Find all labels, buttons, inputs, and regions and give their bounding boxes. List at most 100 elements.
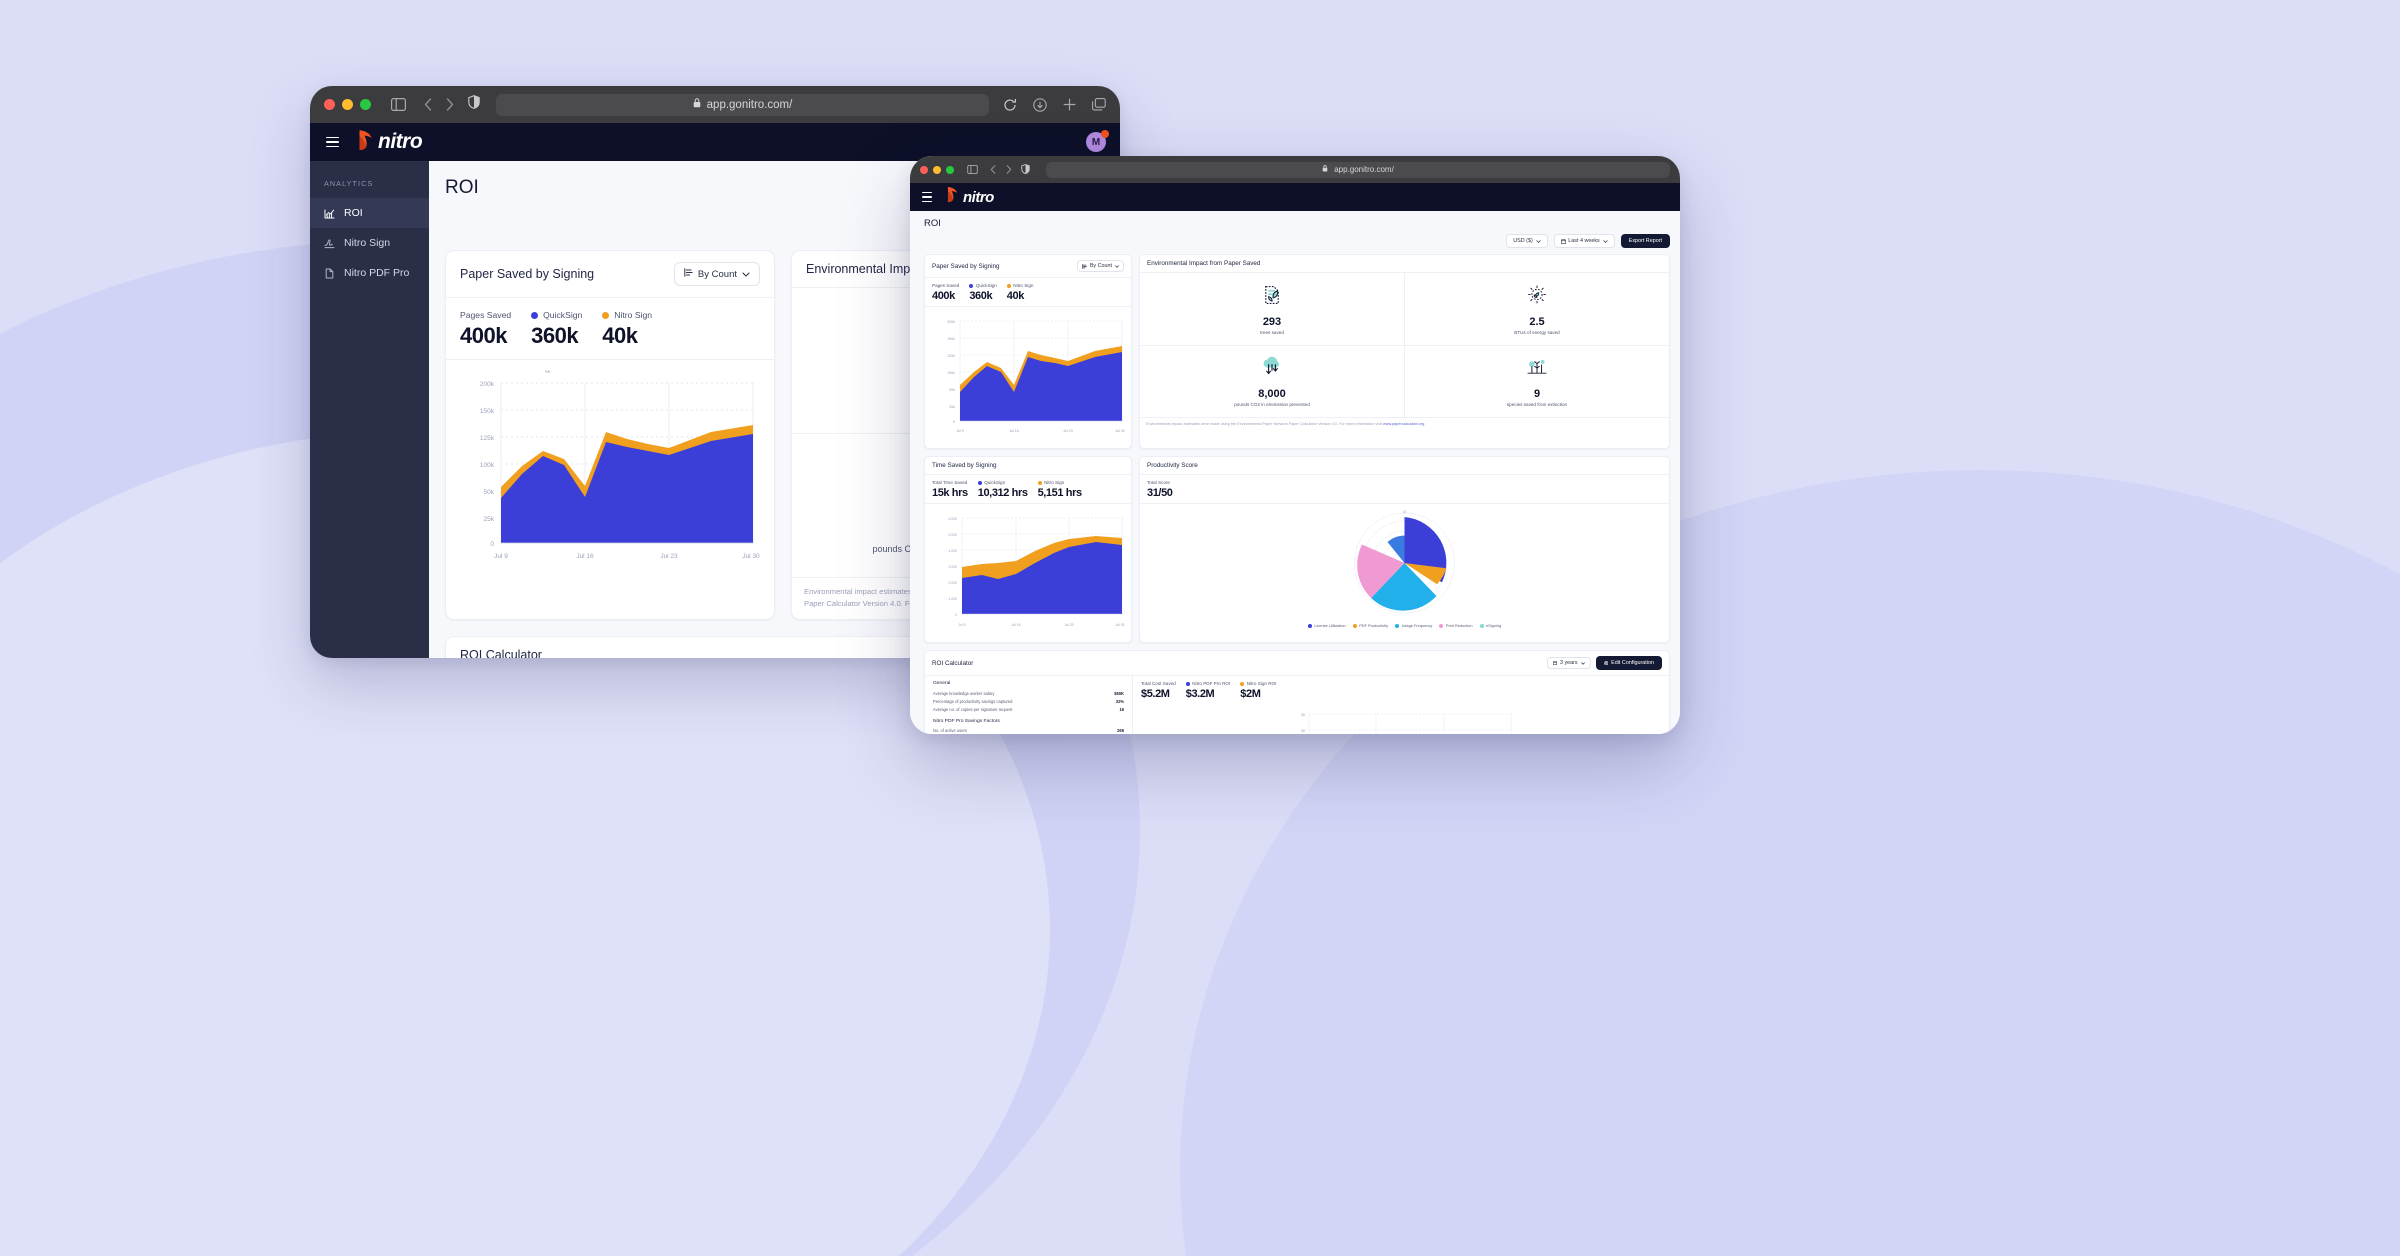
close-window-icon[interactable]: [920, 165, 928, 174]
roi-row: Average knowledge worker salary $60K: [933, 689, 1124, 697]
maximize-window-icon[interactable]: [946, 165, 954, 174]
environmental-impact-title: Environmental Impact from Paper Saved: [1147, 260, 1261, 267]
svg-text:Jul 23: Jul 23: [1063, 429, 1073, 433]
new-tab-icon[interactable]: [1063, 98, 1076, 111]
roi-calculator-title: ROI Calculator: [460, 648, 542, 658]
paper-saved-card: Paper Saved by Signing By Count Pages Sa…: [445, 250, 775, 621]
legend-dot-nitro-sign: [1006, 283, 1011, 288]
legend-dot-quicksign: [969, 283, 974, 288]
shield-icon[interactable]: [468, 95, 480, 114]
roi-calculator-body: General Average knowledge worker salary $…: [925, 676, 1669, 734]
edit-configuration-label: Edit Configuration: [1611, 660, 1654, 666]
env-label: BTUs of energy saved: [1514, 330, 1560, 335]
minimize-window-icon[interactable]: [933, 165, 941, 174]
env-cell-trees: 293 trees saved: [1140, 273, 1405, 347]
species-tree-icon: [1523, 360, 1551, 384]
legend-dot-quicksign: [977, 480, 982, 485]
address-bar-secondary[interactable]: app.gonitro.com/: [1046, 161, 1670, 178]
env-grid-row-1: 293 trees saved 2.5 BTUs of energy saved: [1140, 273, 1669, 347]
roi-projection-chart: Cost Savings $0$0 $0$0 $0$0 $0: [1141, 705, 1661, 734]
paper-saved-card-header: Paper Saved by Signing By Count: [925, 255, 1131, 278]
productivity-rose-chart: 10 5 License Utilization PDF Productivity…: [1140, 504, 1669, 633]
sun-energy-icon: [1524, 285, 1550, 312]
roi-row: No. of active users 265: [933, 727, 1124, 734]
tab-overview-icon[interactable]: [1092, 98, 1106, 111]
currency-selector-label: USD ($): [1513, 238, 1533, 244]
back-icon[interactable]: [990, 165, 996, 174]
export-report-button[interactable]: Export Report: [1620, 234, 1670, 248]
traffic-lights[interactable]: [324, 99, 371, 110]
svg-text:0: 0: [490, 541, 494, 548]
kpi-value: 400k: [460, 323, 507, 348]
legend-dot-nitro-sign: [1037, 480, 1042, 485]
legend-dot: [1307, 623, 1312, 628]
sidebar-toggle-icon[interactable]: [967, 165, 978, 174]
env-label: trees saved: [1260, 330, 1284, 335]
svg-text:50k: 50k: [484, 489, 495, 496]
kpi-value: $3.2M: [1185, 688, 1215, 700]
paper-saved-card-header: Paper Saved by Signing By Count: [446, 251, 774, 298]
kpi-quicksign: QuickSign 360k: [531, 310, 582, 349]
sidebar-item-nitro-pdf-pro[interactable]: Nitro PDF Pro: [310, 258, 429, 288]
legend-dot-pdf-pro: [1185, 681, 1190, 686]
kpi-value: $2M: [1240, 688, 1261, 700]
close-window-icon[interactable]: [324, 99, 335, 110]
bar-chart-icon: [684, 268, 693, 280]
currency-selector[interactable]: USD ($): [1506, 234, 1549, 248]
download-icon[interactable]: [1033, 97, 1047, 112]
svg-text:10: 10: [1403, 510, 1407, 514]
kpi-label: Nitro Sign: [1044, 480, 1065, 485]
edit-configuration-button[interactable]: Edit Configuration: [1595, 656, 1662, 670]
forward-icon[interactable]: [1006, 165, 1012, 174]
time-saved-card: Time Saved by Signing Total Time Saved 1…: [924, 456, 1132, 643]
legend-dot: [1352, 623, 1357, 628]
by-count-toggle[interactable]: By Count: [673, 262, 760, 286]
svg-text:150k: 150k: [947, 337, 955, 341]
sidebar-item-nitro-sign[interactable]: Nitro Sign: [310, 228, 429, 258]
kpi-value: 40k: [1006, 290, 1025, 302]
svg-text:0: 0: [955, 613, 957, 617]
reload-icon[interactable]: [1003, 98, 1017, 112]
hamburger-menu-icon[interactable]: [326, 136, 339, 148]
nitro-logo: nitro: [946, 186, 994, 208]
address-bar[interactable]: app.gonitro.com/: [496, 93, 989, 116]
shield-icon[interactable]: [1021, 161, 1030, 179]
svg-text:200k: 200k: [947, 320, 955, 324]
kpi-total-time-saved: Total Time Saved 15k hrs: [932, 480, 968, 499]
env-cell-co2: 8,000 pounds CO2 in emmission prevented: [1140, 346, 1405, 418]
back-icon[interactable]: [424, 98, 432, 111]
svg-text:Jul 16: Jul 16: [576, 553, 594, 560]
sidebar: ANALYTICS ROI Nitro Sign Nitro PDF Pro: [310, 161, 429, 658]
sidebar-toggle-icon[interactable]: [391, 98, 406, 111]
chevron-down-icon: [1115, 264, 1119, 268]
maximize-window-icon[interactable]: [360, 99, 371, 110]
date-range-selector[interactable]: Last 4 weeks: [1554, 234, 1615, 248]
sidebar-item-roi[interactable]: ROI: [310, 198, 429, 228]
traffic-lights-secondary[interactable]: [920, 165, 954, 174]
roi-calculator-title: ROI Calculator: [932, 659, 974, 667]
app-top-nav-secondary: nitro: [910, 183, 1680, 211]
hamburger-menu-icon[interactable]: [922, 192, 932, 202]
gear-icon: [1603, 660, 1608, 666]
env-label: species saved from extinction: [1506, 402, 1568, 408]
sidebar-heading: ANALYTICS: [324, 179, 374, 188]
legend-item-print-reduction: Print Reduction: [1439, 623, 1473, 628]
roi-row-label: Average no. of copies per signature requ…: [933, 706, 1013, 712]
roi-row-label: Percentage of productivity savings captu…: [933, 698, 1013, 704]
kpi-label: QuickSign: [984, 480, 1006, 485]
nitro-mark-icon: [946, 186, 959, 208]
avatar[interactable]: M: [1086, 130, 1109, 152]
svg-text:Jul 9: Jul 9: [956, 429, 964, 433]
forward-icon[interactable]: [446, 98, 454, 111]
cloud-co2-icon: [1259, 356, 1285, 384]
minimize-window-icon[interactable]: [342, 99, 353, 110]
kpi-label: Total Cost Saved: [1141, 681, 1176, 686]
by-count-toggle[interactable]: By Count: [1076, 260, 1124, 272]
years-selector[interactable]: 3 years: [1546, 657, 1591, 669]
paper-saved-card-secondary: Paper Saved by Signing By Count Pages Sa…: [924, 254, 1132, 449]
footnote-link[interactable]: www.papercalculator.org: [1383, 422, 1424, 426]
svg-text:25k: 25k: [949, 405, 955, 409]
paper-saved-title: Paper Saved by Signing: [460, 267, 595, 281]
env-label: pounds CO2 in emmission prevented: [1234, 402, 1310, 408]
by-count-label: By Count: [1089, 263, 1112, 269]
